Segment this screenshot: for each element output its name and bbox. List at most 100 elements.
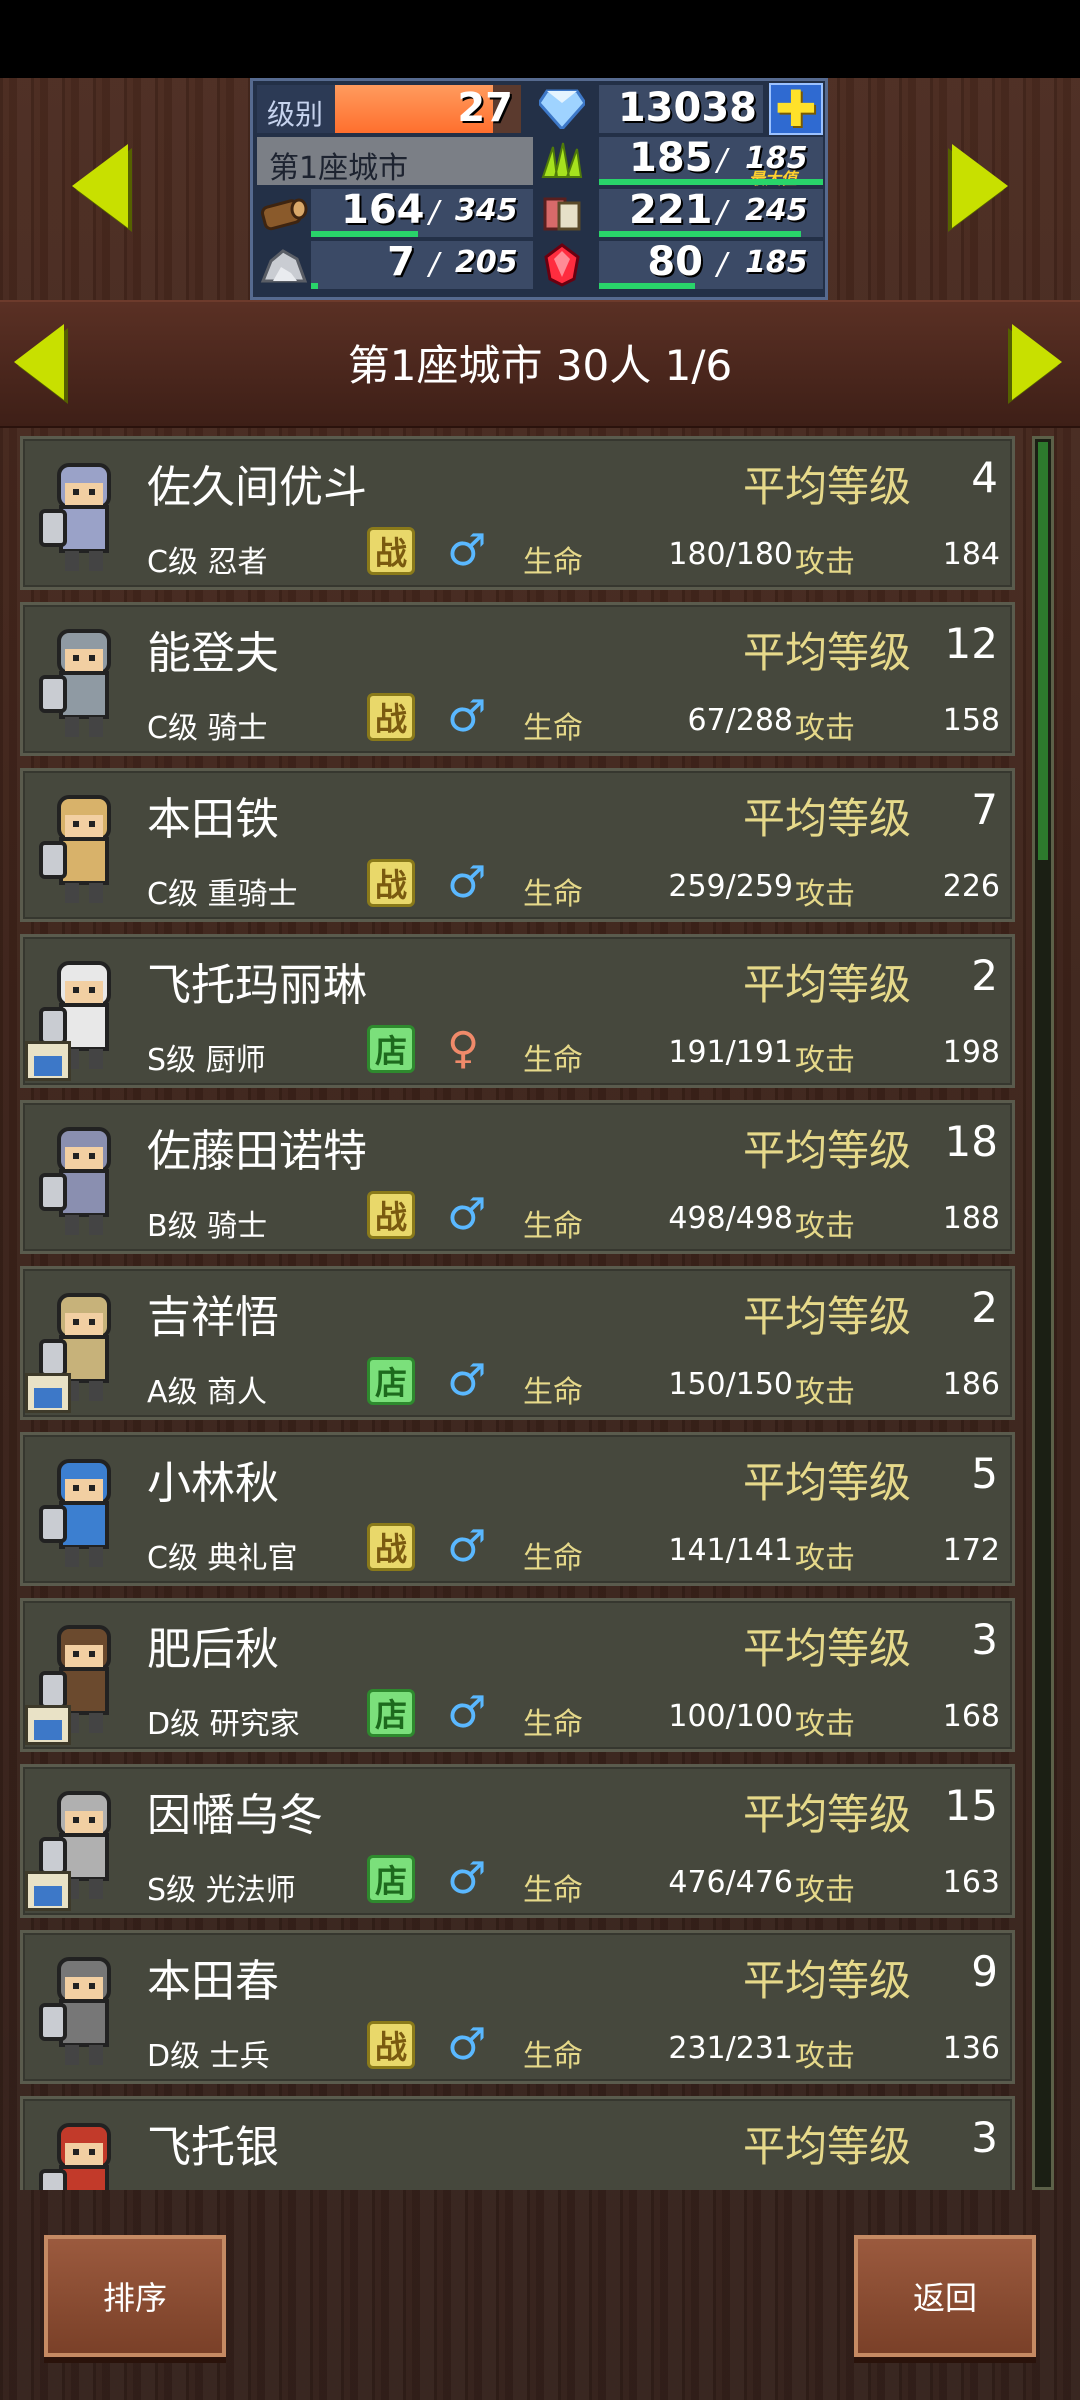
add-gems-button[interactable]: ✚ — [769, 83, 823, 135]
character-card[interactable]: 佐久间优斗 平均等级 4 C级 忍者 战 ♂ 生命 180/180 攻击 184 — [20, 436, 1015, 590]
character-card[interactable]: 本田铁 平均等级 7 C级 重骑士 战 ♂ 生命 259/259 攻击 226 — [20, 768, 1015, 922]
grass-food-icon — [535, 137, 589, 185]
character-name: 飞托银 — [147, 2122, 279, 2173]
battle-badge-icon: 战 — [367, 693, 415, 741]
plus-icon: ✚ — [775, 80, 817, 138]
atk-value: 168 — [942, 1699, 1000, 1734]
character-level: 15 — [944, 1781, 998, 1830]
character-name: 飞托玛丽琳 — [147, 960, 367, 1011]
food-slash: / — [717, 143, 728, 178]
atk-value: 188 — [942, 1201, 1000, 1236]
ruby-current: 80 — [647, 239, 703, 285]
hp-value: 180/180 — [668, 537, 793, 572]
hp-label: 生命 — [523, 711, 583, 746]
character-avatar-icon — [29, 1445, 139, 1581]
hp-label: 生命 — [523, 2039, 583, 2074]
male-gender-icon: ♂ — [447, 691, 487, 742]
character-name: 佐藤田诺特 — [147, 1126, 367, 1177]
hp-value: 150/150 — [668, 1367, 793, 1402]
gems-cell: 13038 — [599, 85, 763, 133]
hp-value: 100/100 — [668, 1699, 793, 1734]
character-level: 12 — [944, 619, 998, 668]
avg-level-label: 平均等级 — [743, 1126, 912, 1175]
atk-value: 186 — [942, 1367, 1000, 1402]
character-card[interactable]: 因幡乌冬 平均等级 15 S级 光法师 店 ♂ 生命 476/476 攻击 163 — [20, 1764, 1015, 1918]
shop-badge-icon: 店 — [367, 1855, 415, 1903]
hp-label: 生命 — [523, 877, 583, 912]
stone-bar-fill — [311, 283, 318, 289]
wood-slash: / — [429, 195, 440, 230]
scrollbar-thumb[interactable] — [1038, 442, 1048, 860]
female-gender-icon: ♀ — [447, 1023, 480, 1074]
hp-value: 476/476 — [668, 1865, 793, 1900]
character-name: 因幡乌冬 — [147, 1790, 323, 1841]
character-level: 3 — [971, 1615, 998, 1664]
hp-value: 498/498 — [668, 1201, 793, 1236]
character-class: C级 典礼官 — [147, 1541, 298, 1576]
character-class: D级 士兵 — [147, 2039, 270, 2074]
food-bar-fill — [599, 179, 823, 185]
character-card[interactable]: 佐藤田诺特 平均等级 18 B级 骑士 战 ♂ 生命 498/498 攻击 188 — [20, 1100, 1015, 1254]
stone-cell: 7 / 205 — [311, 239, 533, 289]
sort-button[interactable]: 排序 — [44, 2235, 226, 2357]
character-card[interactable]: 小林秋 平均等级 5 C级 典礼官 战 ♂ 生命 141/141 攻击 172 — [20, 1432, 1015, 1586]
character-name: 肥后秋 — [147, 1624, 279, 1675]
character-list[interactable]: 佐久间优斗 平均等级 4 C级 忍者战 ♂ 生命 180/180 攻击 184 能登夫 平均等级 12… — [20, 436, 1015, 2190]
prev-city-arrow-icon[interactable] — [72, 144, 128, 228]
shop-badge-icon: 店 — [367, 1357, 415, 1405]
male-gender-icon: ♂ — [447, 2019, 487, 2070]
wood-bar-fill — [311, 231, 418, 237]
gems-value: 13038 — [617, 85, 757, 131]
battle-badge-icon: 战 — [367, 859, 415, 907]
atk-label: 攻击 — [795, 1043, 855, 1078]
character-avatar-icon — [29, 781, 139, 917]
stone-max: 205 — [455, 245, 518, 280]
ruby-icon — [535, 241, 589, 289]
hp-label: 生命 — [523, 545, 583, 580]
male-gender-icon: ♂ — [447, 1521, 487, 1572]
level-value: 27 — [457, 85, 513, 131]
city-name: 第1座城市 — [269, 151, 409, 186]
male-gender-icon: ♂ — [447, 1355, 487, 1406]
atk-value: 198 — [942, 1035, 1000, 1070]
cloth-cell: 221 / 245 — [599, 187, 823, 237]
hp-label: 生命 — [523, 1707, 583, 1742]
atk-value: 163 — [942, 1865, 1000, 1900]
hp-value: 141/141 — [668, 1533, 793, 1568]
atk-value: 136 — [942, 2031, 1000, 2066]
character-card[interactable]: 飞托银 平均等级 3 — [20, 2096, 1015, 2190]
character-card[interactable]: 能登夫 平均等级 12 C级 骑士 战 ♂ 生命 67/288 攻击 158 — [20, 602, 1015, 756]
character-avatar-icon — [29, 1113, 139, 1249]
back-button-label: 返回 — [912, 2279, 977, 2317]
atk-label: 攻击 — [795, 1209, 855, 1244]
battle-badge-icon: 战 — [367, 1523, 415, 1571]
stone-slash: / — [429, 247, 440, 282]
city-page-title: 第1座城市 30人 1/6 — [347, 341, 733, 390]
atk-value: 172 — [942, 1533, 1000, 1568]
character-card[interactable]: 本田春 平均等级 9 D级 士兵 战 ♂ 生命 231/231 攻击 136 — [20, 1930, 1015, 2084]
character-level: 9 — [971, 1947, 998, 1996]
male-gender-icon: ♂ — [447, 1189, 487, 1240]
character-card[interactable]: 肥后秋 平均等级 3 D级 研究家 店 ♂ 生命 100/100 攻击 168 — [20, 1598, 1015, 1752]
character-card[interactable]: 飞托玛丽琳 平均等级 2 S级 厨师 店 ♀ 生命 191/191 攻击 198 — [20, 934, 1015, 1088]
male-gender-icon: ♂ — [447, 857, 487, 908]
food-max-tag: 最大值 — [749, 165, 797, 189]
character-level: 2 — [971, 951, 998, 1000]
cloth-slash: / — [717, 195, 728, 230]
hp-value: 259/259 — [668, 869, 793, 904]
resource-panel: 级别 27 13038 ✚ 第1座城市 185 / 185 最大值 164 / … — [250, 78, 828, 300]
battle-badge-icon: 战 — [367, 2021, 415, 2069]
atk-label: 攻击 — [795, 1873, 855, 1908]
scrollbar[interactable] — [1032, 436, 1054, 2190]
avg-level-label: 平均等级 — [743, 1790, 912, 1839]
character-class: C级 重骑士 — [147, 877, 298, 912]
character-level: 18 — [944, 1117, 998, 1166]
character-card[interactable]: 吉祥悟 平均等级 2 A级 商人 店 ♂ 生命 150/150 攻击 186 — [20, 1266, 1015, 1420]
back-button[interactable]: 返回 — [854, 2235, 1036, 2357]
atk-label: 攻击 — [795, 877, 855, 912]
next-city-arrow-icon[interactable] — [952, 144, 1008, 228]
character-name: 吉祥悟 — [147, 1292, 279, 1343]
character-class: B级 骑士 — [147, 1209, 268, 1244]
character-name: 小林秋 — [147, 1458, 279, 1509]
atk-value: 226 — [942, 869, 1000, 904]
